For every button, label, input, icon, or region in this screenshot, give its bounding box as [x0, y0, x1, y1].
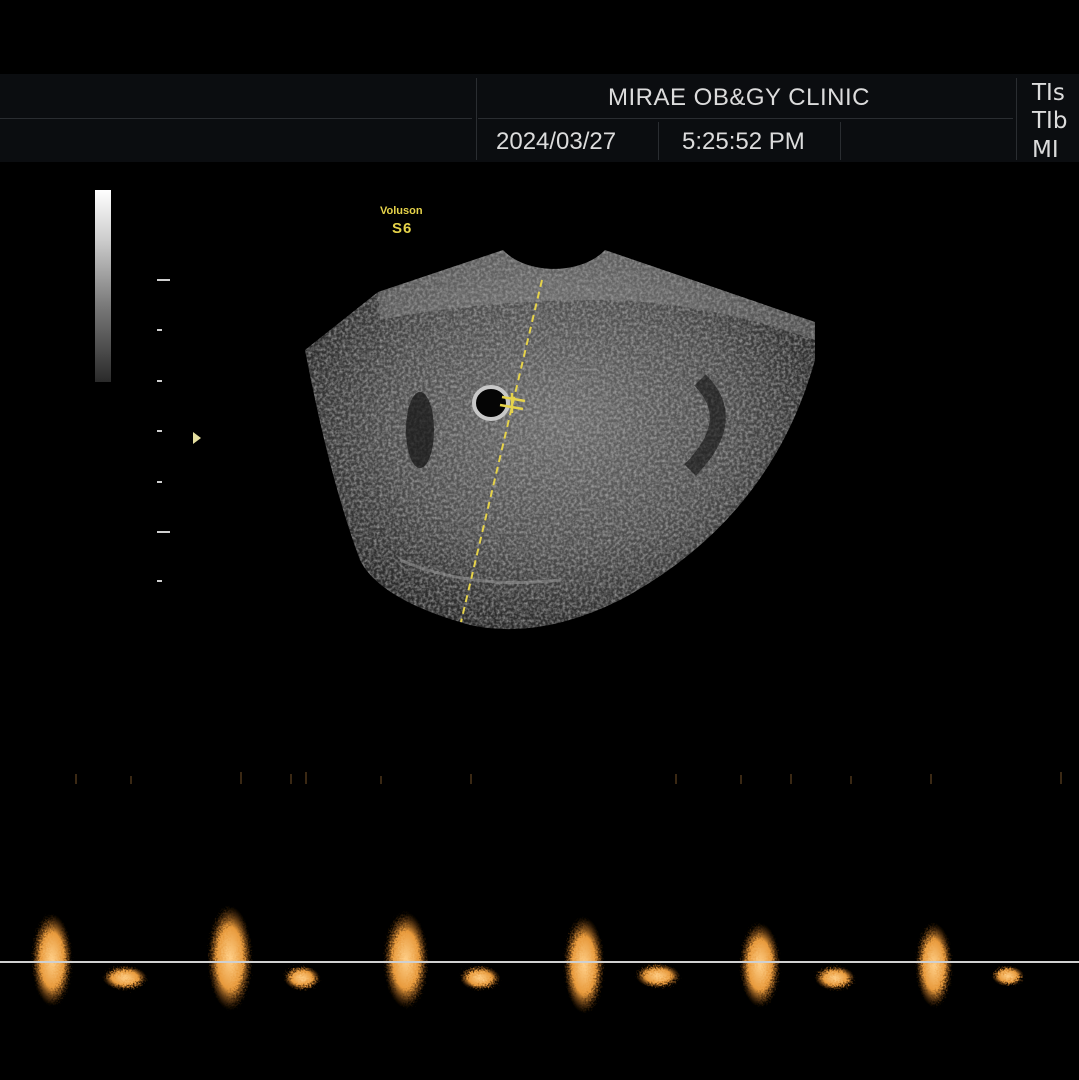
heartbeat-signals	[32, 906, 1024, 1013]
gestational-sac	[472, 385, 510, 421]
ultrasound-image	[305, 250, 815, 630]
m-mode-trace	[0, 772, 1079, 1013]
